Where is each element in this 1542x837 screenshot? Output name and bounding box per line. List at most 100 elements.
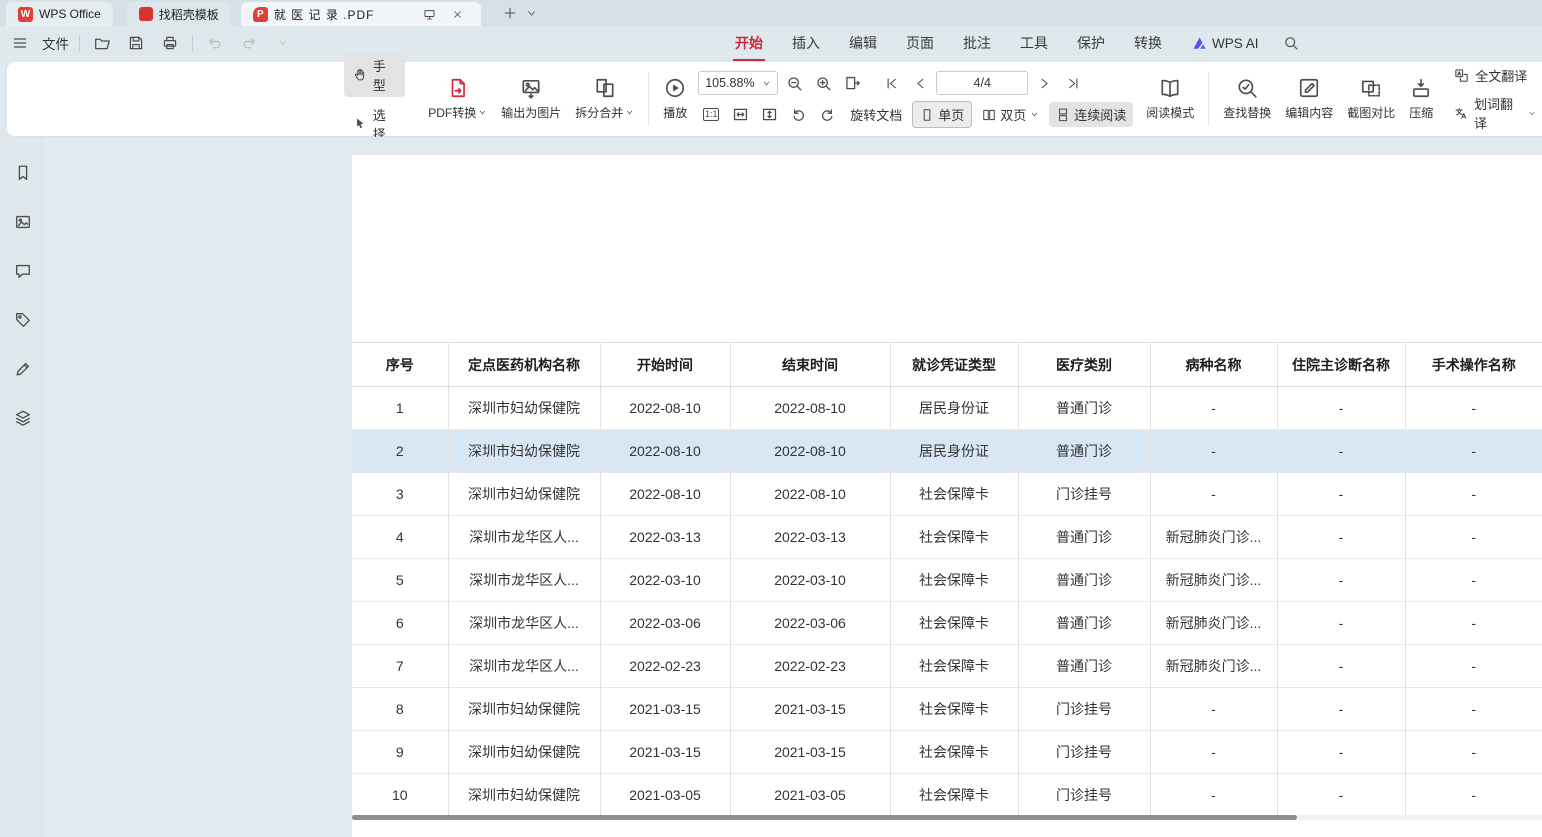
page-number-input[interactable]: 4/4 [936,71,1028,95]
find-replace-button[interactable]: 查找替换 [1216,75,1278,123]
pdf-convert-label: PDF转换 [428,104,476,121]
layers-icon[interactable] [9,404,37,432]
screenshot-compare-button[interactable]: 截图对比 [1340,75,1402,123]
tab-wps-office[interactable]: W WPS Office [6,2,113,26]
menu-bar: 文件 开始 插入 编辑 页面 批注 工具 保护 转换 WPS AI [0,26,1542,60]
word-translation-button[interactable]: 划词翻译 [1448,92,1542,134]
last-page-icon[interactable] [1060,70,1086,96]
history-chevron-icon[interactable] [271,31,295,55]
table-cell: 深圳市龙华区人... [448,559,600,602]
full-translation-button[interactable]: 全文翻译 [1448,64,1542,87]
ribbon-tab-4[interactable]: 批注 [963,33,991,53]
single-page-button[interactable]: 单页 [912,101,972,128]
hand-tool-button[interactable]: 手型 [344,53,405,97]
zoom-in-icon[interactable] [810,70,836,96]
double-page-label: 双页 [1000,105,1026,124]
page-indicator: 4/4 [974,76,991,90]
zoom-out-icon[interactable] [781,70,807,96]
table-cell: 2022-08-10 [600,430,730,473]
table-cell: 2022-02-23 [600,645,730,688]
save-icon[interactable] [124,31,148,55]
table-row: 3深圳市妇幼保健院2022-08-102022-08-10社会保障卡门诊挂号--… [352,473,1542,516]
table-row: 1深圳市妇幼保健院2022-08-102022-08-10居民身份证普通门诊--… [352,387,1542,430]
column-header: 住院主诊断名称 [1277,343,1405,387]
table-cell: 4 [352,516,448,559]
search-icon[interactable] [1279,31,1303,55]
ribbon-tab-2[interactable]: 编辑 [849,33,877,53]
table-row: 10深圳市妇幼保健院2021-03-052021-03-05社会保障卡门诊挂号-… [352,774,1542,817]
continuous-read-icon [1056,108,1070,122]
thumbnails-icon[interactable] [9,208,37,236]
ribbon-tab-7[interactable]: 转换 [1134,33,1162,53]
table-row: 7深圳市龙华区人...2022-02-232022-02-23社会保障卡普通门诊… [352,645,1542,688]
fit-width-icon[interactable] [727,102,753,128]
first-page-icon[interactable] [878,70,904,96]
fit-page-icon[interactable] [756,102,782,128]
table-cell: - [1405,559,1542,602]
print-icon[interactable] [158,31,182,55]
horizontal-scrollbar-thumb[interactable] [352,815,1297,820]
table-row: 8深圳市妇幼保健院2021-03-152021-03-15社会保障卡门诊挂号--… [352,688,1542,731]
continuous-read-button[interactable]: 连续阅读 [1049,102,1133,127]
rotate-document-button[interactable]: 旋转文档 [843,102,909,127]
table-cell: - [1405,645,1542,688]
wps-ai-label: WPS AI [1212,36,1259,51]
table-cell: 2021-03-15 [600,731,730,774]
table-cell: - [1150,430,1277,473]
table-cell: 新冠肺炎门诊... [1150,645,1277,688]
actual-size-icon[interactable]: 1:1 [698,102,724,128]
next-page-icon[interactable] [1031,70,1057,96]
table-cell: 深圳市妇幼保健院 [448,731,600,774]
ribbon-tab-6[interactable]: 保护 [1077,33,1105,53]
monitor-icon[interactable] [419,2,441,26]
table-cell: 普通门诊 [1018,387,1150,430]
find-replace-label: 查找替换 [1223,104,1271,121]
pdf-convert-button[interactable]: PDF转换 [421,75,494,123]
file-menu[interactable]: 文件 [42,33,69,53]
rotate-right-icon[interactable] [814,102,840,128]
table-cell: 2021-03-15 [600,688,730,731]
tab-document[interactable]: P 就 医 记 录 .PDF [241,2,481,26]
export-image-button[interactable]: 输出为图片 [494,75,568,123]
close-tab-icon[interactable] [447,2,469,26]
table-cell: - [1405,430,1542,473]
edit-content-button[interactable]: 编辑内容 [1278,75,1340,123]
ribbon-tab-3[interactable]: 页面 [906,33,934,53]
compress-button[interactable]: 压缩 [1402,75,1440,123]
prev-page-icon[interactable] [907,70,933,96]
new-tab-button[interactable] [499,0,521,26]
split-merge-button[interactable]: 拆分合并 [568,75,641,123]
document-viewport[interactable]: 序号定点医药机构名称开始时间结束时间就诊凭证类型医疗类别病种名称住院主诊断名称手… [45,137,1542,837]
play-button[interactable]: 播放 [656,75,694,123]
bookmark-icon[interactable] [9,159,37,187]
open-file-icon[interactable] [90,31,114,55]
redo-icon[interactable] [237,31,261,55]
ribbon-tab-1[interactable]: 插入 [792,33,820,53]
table-cell: 10 [352,774,448,817]
extract-pages-icon[interactable] [839,70,865,96]
read-mode-button[interactable]: 阅读模式 [1139,75,1201,123]
undo-icon[interactable] [203,31,227,55]
tag-icon[interactable] [9,306,37,334]
table-cell: 普通门诊 [1018,559,1150,602]
ribbon-tab-5[interactable]: 工具 [1020,33,1048,53]
export-image-label: 输出为图片 [501,104,561,121]
book-icon [1159,77,1181,99]
table-cell: 新冠肺炎门诊... [1150,559,1277,602]
table-cell: 社会保障卡 [890,473,1018,516]
wps-ai-button[interactable]: WPS AI [1192,36,1259,51]
table-cell: 新冠肺炎门诊... [1150,516,1277,559]
table-cell: - [1277,516,1405,559]
double-page-button[interactable]: 双页 [975,102,1046,127]
ribbon-tab-0[interactable]: 开始 [735,33,763,53]
zoom-select[interactable]: 105.88% [698,71,778,95]
rotate-left-icon[interactable] [785,102,811,128]
main-menu-icon[interactable] [8,31,32,55]
tab-list-chevron-icon[interactable] [521,0,543,26]
wps-ai-icon [1192,36,1207,51]
word-translation-label: 划词翻译 [1474,94,1522,132]
comment-icon[interactable] [9,257,37,285]
table-cell: 2022-02-23 [730,645,890,688]
pen-icon[interactable] [9,355,37,383]
tab-docer-templates[interactable]: 找稻壳模板 [127,2,231,26]
